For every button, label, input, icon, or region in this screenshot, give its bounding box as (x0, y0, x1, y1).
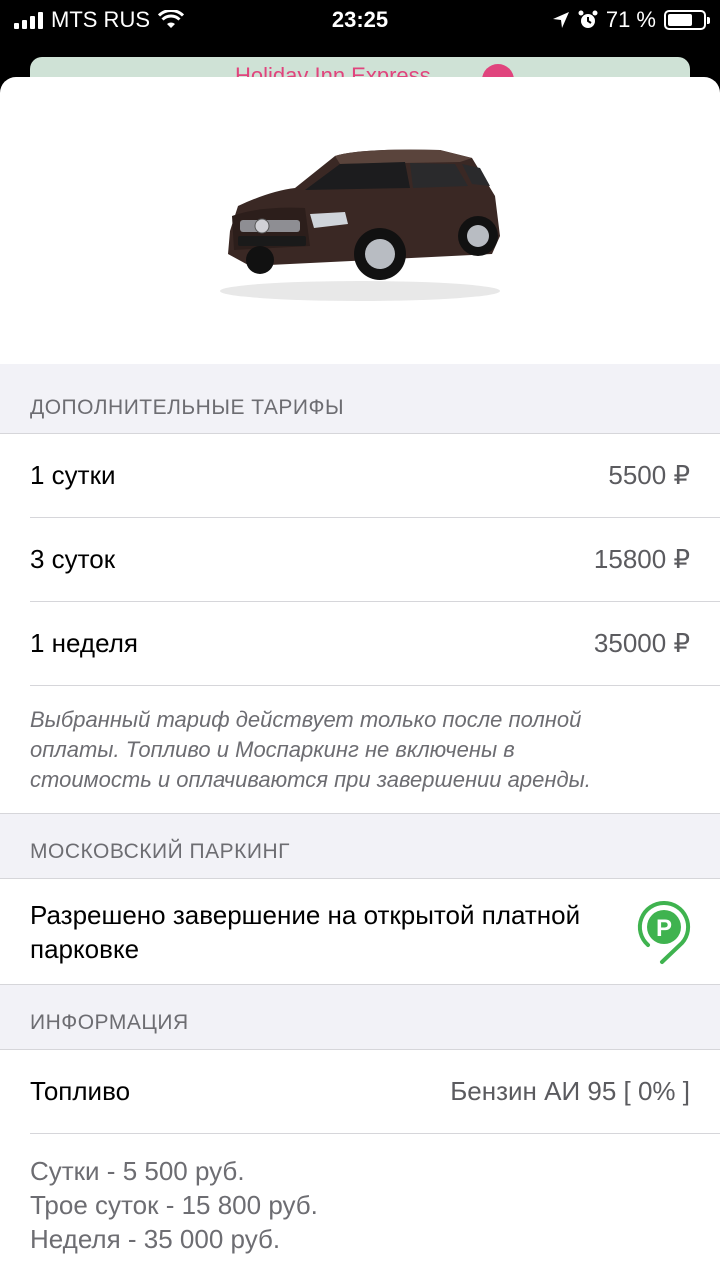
fuel-label: Топливо (30, 1076, 131, 1106)
tariff-label: 1 неделя (30, 628, 138, 658)
battery-fill (668, 14, 693, 26)
tariff-price: 15800 ₽ (593, 544, 690, 574)
tariff-price: 35000 ₽ (593, 628, 690, 658)
location-arrow-icon (552, 12, 569, 28)
info-line: Трое суток - 15 800 руб. (30, 1190, 318, 1220)
car-image (220, 149, 500, 301)
svg-text:P: P (656, 915, 672, 942)
tariff-row[interactable]: 1 сутки 5500 ₽ (0, 434, 720, 517)
tariff-row[interactable]: 3 суток 15800 ₽ (0, 518, 720, 601)
fuel-value: Бензин АИ 95 [ 0% ] (450, 1076, 690, 1106)
info-prices: Сутки - 5 500 руб. Трое суток - 15 800 р… (0, 1134, 720, 1276)
info-line: Сутки - 5 500 руб. (30, 1156, 245, 1186)
tariff-price: 5500 ₽ (608, 460, 690, 490)
parking-text: Разрешено завершение на открытой платной… (30, 899, 581, 964)
parking-row: Разрешено завершение на открытой платной… (0, 879, 720, 985)
section-header-parking: МОСКОВСКИЙ ПАРКИНГ (0, 814, 720, 879)
tariff-row[interactable]: 1 неделя 35000 ₽ (0, 602, 720, 685)
tariff-label: 1 сутки (30, 460, 116, 490)
battery-percent: 71 % (605, 7, 656, 32)
fuel-row: Топливо Бензин АИ 95 [ 0% ] (0, 1050, 720, 1133)
parking-pin-icon: P (637, 900, 691, 964)
tariff-note: Выбранный тариф действует только после п… (0, 686, 720, 814)
battery-icon (664, 10, 710, 30)
tariff-label: 3 суток (30, 544, 116, 574)
status-bar: MTS RUS 23:25 71 % (0, 0, 720, 40)
section-header-info: ИНФОРМАЦИЯ (0, 985, 720, 1050)
status-right: 71 % (552, 7, 710, 33)
info-line: Неделя - 35 000 руб. (30, 1224, 281, 1254)
car-details-sheet: ДОПОЛНИТЕЛЬНЫЕ ТАРИФЫ 1 сутки 5500 ₽ 3 с… (0, 77, 720, 1280)
section-header-tariffs: ДОПОЛНИТЕЛЬНЫЕ ТАРИФЫ (0, 364, 720, 434)
alarm-icon (578, 10, 598, 28)
car-image-area (0, 77, 720, 364)
